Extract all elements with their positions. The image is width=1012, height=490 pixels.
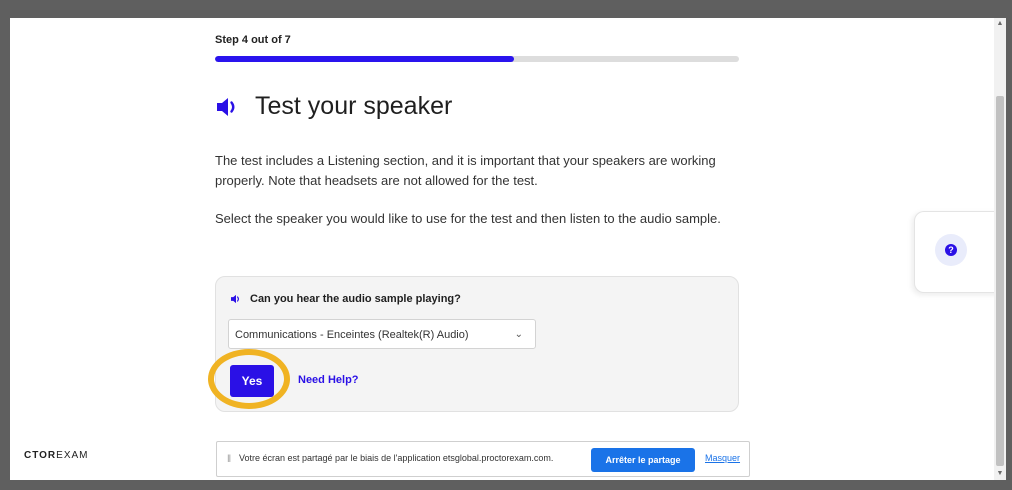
scrollbar[interactable]: ▲ ▼ <box>994 18 1006 480</box>
progress-fill <box>215 56 514 62</box>
chevron-down-icon: ⌄ <box>514 329 523 340</box>
screen-share-bar: ‖ Votre écran est partagé par le biais d… <box>216 441 750 477</box>
drag-handle-icon[interactable]: ‖ <box>227 454 231 465</box>
audio-question-text: Can you hear the audio sample playing? <box>250 293 461 305</box>
progress-bar <box>215 56 739 62</box>
stop-sharing-button[interactable]: Arrêter le partage <box>591 448 695 472</box>
page-frame: Step 4 out of 7 Test your speaker The te… <box>10 18 1006 480</box>
help-button[interactable]: ? <box>935 234 967 266</box>
audio-question: Can you hear the audio sample playing? <box>230 293 461 305</box>
help-panel: ? <box>914 211 1005 293</box>
hide-link[interactable]: Masquer <box>705 453 740 463</box>
need-help-link[interactable]: Need Help? <box>298 374 359 386</box>
scroll-down-icon[interactable]: ▼ <box>996 470 1004 478</box>
speaker-icon <box>217 97 235 116</box>
share-message: Votre écran est partagé par le biais de … <box>239 453 554 463</box>
yes-button[interactable]: Yes <box>230 365 274 397</box>
scroll-up-icon[interactable]: ▲ <box>996 20 1004 28</box>
help-icon: ? <box>945 244 957 256</box>
speaker-select-value: Communications - Enceintes (Realtek(R) A… <box>235 329 469 341</box>
page-title: Test your speaker <box>255 92 453 120</box>
instruction-paragraph: Select the speaker you would like to use… <box>215 211 721 226</box>
scroll-thumb[interactable] <box>996 96 1004 466</box>
intro-paragraph: The test includes a Listening section, a… <box>215 153 716 188</box>
speaker-test-card: Can you hear the audio sample playing? C… <box>208 276 739 412</box>
speaker-icon <box>231 294 239 304</box>
logo-part-regular: EXAM <box>56 450 89 461</box>
title-row: Test your speaker <box>215 92 452 121</box>
step-label: Step 4 out of 7 <box>215 34 291 46</box>
speaker-select[interactable]: Communications - Enceintes (Realtek(R) A… <box>228 319 536 349</box>
proctorexam-logo: CTOREXAM <box>24 450 89 461</box>
logo-part-bold: CTOR <box>24 450 57 461</box>
